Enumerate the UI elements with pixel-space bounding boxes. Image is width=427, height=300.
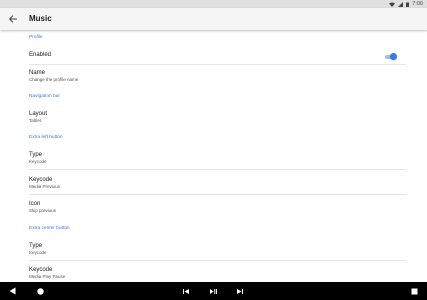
divider bbox=[29, 169, 406, 170]
play-pause-icon bbox=[209, 288, 217, 294]
signal-icon bbox=[398, 1, 404, 7]
nav-skip-previous-button[interactable] bbox=[180, 285, 192, 297]
center-type-title: Type bbox=[29, 243, 43, 249]
center-keycode-summary: Media Play Pause bbox=[29, 274, 66, 279]
left-keycode-title: Keycode bbox=[29, 177, 53, 183]
app-bar: Music bbox=[0, 8, 427, 30]
left-icon-summary: Skip previous bbox=[29, 208, 57, 213]
left-type-preference[interactable]: Type Keycode bbox=[29, 152, 47, 165]
left-keycode-summary: Media Previous bbox=[29, 184, 61, 189]
back-button[interactable] bbox=[7, 13, 19, 25]
left-keycode-preference[interactable]: Keycode Media Previous bbox=[29, 177, 60, 190]
home-icon bbox=[36, 287, 44, 295]
wifi-icon bbox=[389, 2, 396, 7]
name-preference[interactable]: Name Change the profile name bbox=[29, 70, 78, 83]
center-type-preference[interactable]: Type Keycode bbox=[29, 243, 47, 256]
center-type-summary: Keycode bbox=[29, 250, 47, 255]
section-header-profile: Profile bbox=[29, 35, 43, 40]
name-summary: Change the profile name bbox=[29, 77, 79, 82]
enabled-switch[interactable] bbox=[385, 53, 397, 60]
left-type-summary: Keycode bbox=[29, 159, 47, 164]
layout-summary: Tablet bbox=[29, 118, 42, 123]
navigation-bar bbox=[0, 282, 427, 300]
left-icon-title: Icon bbox=[29, 201, 41, 207]
center-keycode-preference[interactable]: Keycode Media Play Pause bbox=[29, 267, 65, 280]
divider bbox=[29, 194, 406, 195]
arrow-back-icon bbox=[9, 15, 17, 23]
divider bbox=[29, 64, 406, 65]
enabled-label: Enabled bbox=[29, 52, 52, 58]
divider bbox=[29, 260, 406, 261]
recents-icon bbox=[411, 288, 417, 294]
name-title: Name bbox=[29, 70, 46, 76]
section-header-navigation-bar: Navigation bar bbox=[29, 94, 60, 99]
status-icons: 7:00 bbox=[389, 0, 423, 8]
nav-back-button[interactable] bbox=[6, 285, 18, 297]
settings-list[interactable]: Profile Enabled Name Change the profile … bbox=[0, 30, 427, 282]
layout-title: Layout bbox=[29, 111, 48, 117]
status-bar: 7:00 bbox=[0, 0, 427, 8]
battery-icon bbox=[406, 2, 410, 7]
center-keycode-title: Keycode bbox=[29, 267, 53, 273]
layout-preference[interactable]: Layout Tablet bbox=[29, 111, 47, 124]
section-header-extra-left-button: Extra left button bbox=[29, 135, 63, 140]
nav-play-pause-button[interactable] bbox=[207, 285, 219, 297]
left-type-title: Type bbox=[29, 152, 43, 158]
nav-home-button[interactable] bbox=[34, 285, 46, 297]
nav-recents-button[interactable] bbox=[408, 285, 420, 297]
switch-thumb bbox=[390, 53, 397, 60]
back-icon bbox=[9, 287, 15, 295]
status-time: 7:00 bbox=[412, 1, 423, 7]
enabled-preference[interactable]: Enabled bbox=[29, 52, 51, 59]
skip-previous-icon bbox=[183, 288, 189, 294]
left-icon-preference[interactable]: Icon Skip previous bbox=[29, 201, 56, 214]
page-title: Music bbox=[29, 14, 52, 23]
section-header-extra-center-button: Extra center button bbox=[29, 226, 70, 231]
nav-skip-next-button[interactable] bbox=[234, 285, 246, 297]
skip-next-icon bbox=[237, 288, 243, 294]
